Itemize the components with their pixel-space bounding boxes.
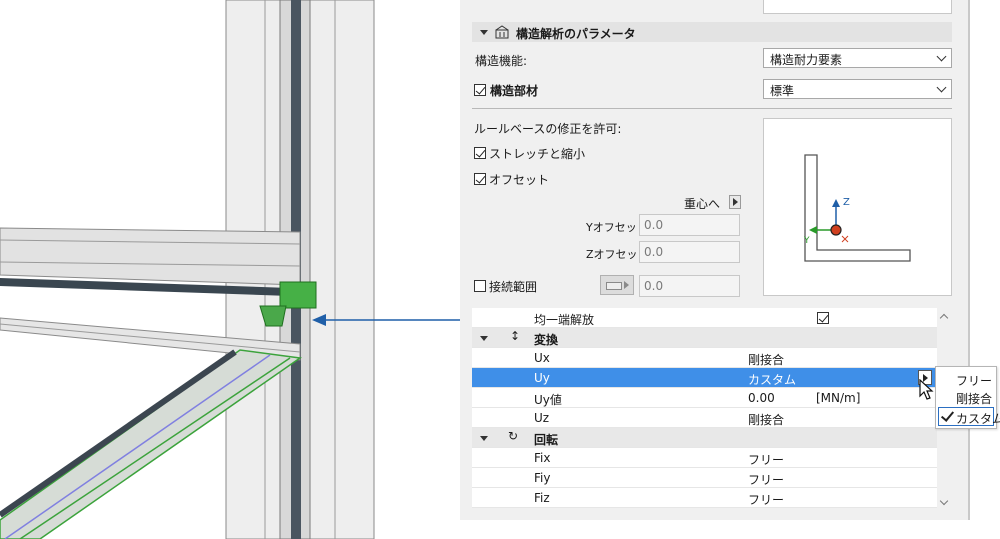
table-row[interactable]: Uz 剛接合 [472,408,937,428]
row-value: 剛接合 [748,353,785,367]
connection-range-label: 接続範囲 [489,280,538,294]
connection-range-input[interactable]: 0.0 [639,275,740,297]
translation-group-row[interactable]: ↕ 変換 [472,328,937,348]
z-axis-label: Z [843,197,850,208]
value-popup-menu[interactable]: フリー 剛接合 カスタム [935,366,1000,429]
structure-model-render [0,0,460,539]
structural-member-select[interactable]: 標準 [763,79,952,99]
popup-option-custom-label: カスタム [956,412,1000,426]
table-row-selected[interactable]: Uy カスタム [472,368,937,388]
collapse-triangle-icon[interactable] [480,30,488,35]
section-header[interactable]: 構造解析のパラメータ [472,22,952,42]
table-row[interactable]: Ux 剛接合 [472,348,937,368]
structural-analysis-icon [495,25,509,39]
rotation-group-label: 回転 [534,433,559,447]
row-unit: [MN/m] [816,391,861,405]
play-right-icon [624,281,629,289]
divider [472,108,952,109]
structural-function-select[interactable]: 構造耐力要素 [763,48,952,68]
angle-profile-diagram: Z Y [803,154,911,262]
structural-function-value: 構造耐力要素 [770,53,843,67]
uniform-release-row[interactable]: 均一端解放 [472,308,937,328]
offset-label: オフセット [489,173,550,187]
rotation-group-row[interactable]: ↻ 回転 [472,428,937,448]
translation-icon: ↕ [510,329,521,343]
row-name: Fix [534,451,551,465]
section-title: 構造解析のパラメータ [516,27,636,41]
range-shape-icon [606,282,622,290]
structural-function-label: 構造機能: [475,54,528,68]
canvas-background [460,520,1000,539]
popup-option-rigid[interactable]: 剛接合 [956,390,992,407]
row-name: Ux [534,351,550,365]
offset-checkbox[interactable] [474,173,486,185]
uniform-release-label: 均一端解放 [534,313,595,327]
structural-member-label: 構造部材 [490,84,539,98]
row-name: Uz [534,411,550,425]
rotation-icon: ↻ [508,429,519,443]
connection-range-checkbox[interactable] [474,280,486,292]
play-right-icon [733,198,738,206]
row-name: Uy [534,371,550,385]
popup-option-free[interactable]: フリー [956,372,992,389]
table-row[interactable]: Fiz フリー [472,488,937,508]
table-row[interactable]: Fix フリー [472,448,937,468]
collapse-triangle-icon[interactable] [480,436,488,441]
to-center-label: 重心へ [684,197,721,211]
section-preview: Z Y [763,118,952,296]
rule-based-modification-label: ルールベースの修正を許可: [474,122,622,136]
uniform-release-checkbox[interactable] [817,312,829,324]
translation-group-label: 変換 [534,333,559,347]
mouse-cursor-icon [919,379,934,400]
popup-option-custom-selected[interactable]: カスタム [938,407,1000,426]
check-icon [940,408,955,422]
row-name: Fiz [534,491,550,505]
row-value: フリー [748,473,785,487]
to-center-button[interactable] [729,195,741,209]
scroll-up-icon[interactable] [939,313,949,323]
top-field-stub [763,0,952,14]
y-axis-label: Y [803,236,810,246]
chevron-down-icon [936,51,947,62]
collapse-triangle-icon[interactable] [480,336,488,341]
row-value: フリー [748,453,785,467]
row-value: 剛接合 [748,413,785,427]
row-value: カスタム [748,373,797,387]
row-name: Uy値 [534,393,562,407]
y-offset-input[interactable]: 0.0 [639,214,740,236]
structural-member-checkbox[interactable] [474,84,486,96]
stretch-checkbox[interactable] [474,147,486,159]
connection-range-type-button[interactable] [600,275,634,295]
z-offset-input[interactable]: 0.0 [639,241,740,263]
3d-viewport[interactable] [0,0,460,539]
row-value: 0.00 [748,391,775,405]
row-value: フリー [748,493,785,507]
table-row[interactable]: Fiy フリー [472,468,937,488]
scroll-down-icon[interactable] [939,496,949,506]
chevron-down-icon [936,82,947,93]
stretch-label: ストレッチと縮小 [489,147,586,161]
row-name: Fiy [534,471,551,485]
structural-member-value: 標準 [770,84,795,98]
table-row[interactable]: Uy値 0.00 [MN/m] [472,388,937,408]
panel-scroll-edge [968,0,970,520]
